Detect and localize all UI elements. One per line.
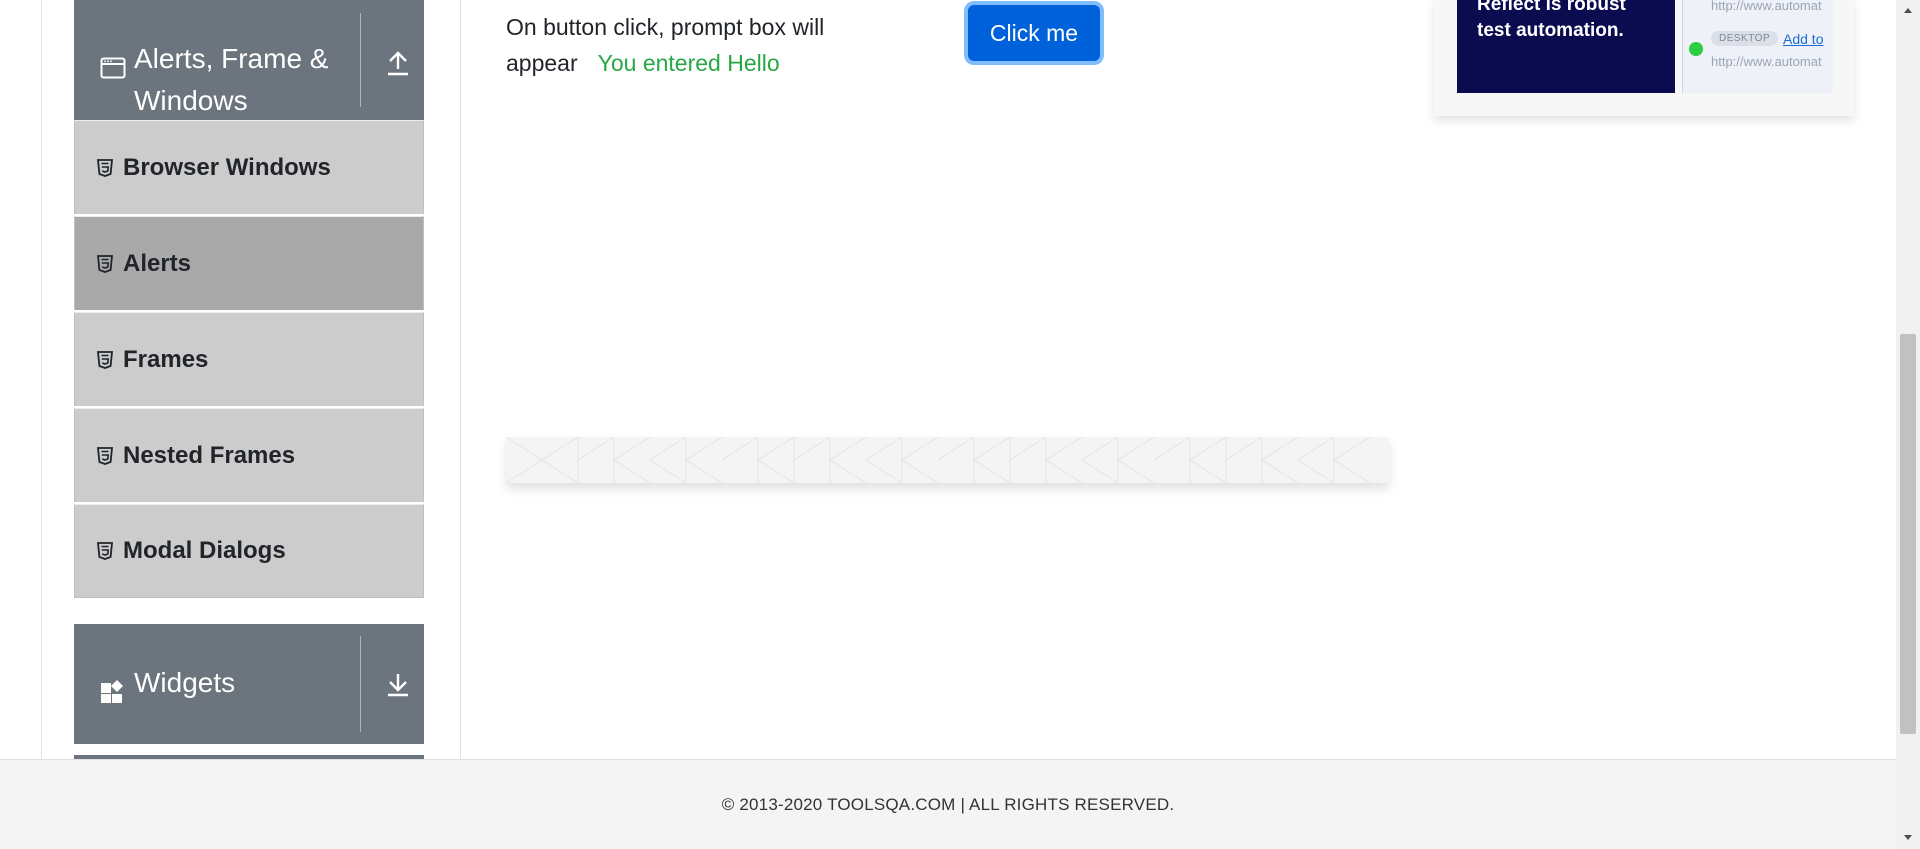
left-column-border: [41, 0, 42, 759]
arrow-down-icon[interactable]: [386, 671, 410, 697]
widgets-icon: [100, 674, 126, 716]
html5-icon: [97, 446, 113, 465]
sidebar-item-modal-dialogs[interactable]: Modal Dialogs: [74, 504, 424, 598]
html5-icon: [97, 542, 113, 560]
window-icon: [100, 49, 126, 91]
scroll-up-arrow-icon[interactable]: [1902, 4, 1914, 16]
arrow-up-icon[interactable]: [386, 50, 410, 76]
sidebar-item-alerts[interactable]: Alerts: [74, 216, 424, 310]
sidebar-item-frames[interactable]: Frames: [74, 312, 424, 406]
ad-preview-card: http://www.automat DESKTOP Add to http:/…: [1682, 0, 1833, 93]
prompt-click-me-button[interactable]: Click me: [968, 5, 1100, 61]
html5-icon: [97, 158, 113, 177]
sidebar-item-label: Alerts: [123, 249, 192, 277]
sidebar-item-label: Frames: [123, 345, 209, 373]
ad-placeholder-strip: [506, 437, 1389, 483]
status-dot-icon: [1689, 42, 1703, 56]
advertisement-banner[interactable]: Reflect is robust test automation. http:…: [1434, 0, 1854, 116]
scrollbar-thumb[interactable]: [1900, 334, 1916, 734]
ad-url: http://www.automat: [1711, 0, 1822, 13]
sidebar-item-label: Nested Frames: [123, 441, 296, 469]
sidebar-right-border: [460, 0, 461, 759]
page-footer: © 2013-2020 TOOLSQA.COM | ALL RIGHTS RES…: [0, 759, 1896, 849]
sidebar-item-label: Modal Dialogs: [123, 537, 286, 564]
group-divider: [360, 636, 361, 732]
html5-icon: [97, 254, 113, 273]
ad-url: http://www.automat: [1711, 54, 1822, 69]
group-header-widgets[interactable]: Widgets: [74, 624, 424, 744]
group-header-alerts-frame-windows[interactable]: Alerts, Frame & Windows: [74, 0, 424, 120]
prompt-box-description: On button click, prompt box will appear Y…: [506, 9, 866, 81]
ad-badge: DESKTOP: [1711, 31, 1779, 46]
prompt-result: You entered Hello: [597, 50, 780, 76]
ad-add-to-link[interactable]: Add to: [1783, 31, 1823, 47]
footer-copyright: © 2013-2020 TOOLSQA.COM | ALL RIGHTS RES…: [721, 794, 1175, 814]
ad-dark-panel: Reflect is robust test automation.: [1457, 0, 1675, 93]
ad-headline: Reflect is robust test automation.: [1477, 0, 1626, 41]
sidebar-item-browser-windows[interactable]: Browser Windows: [74, 120, 424, 214]
html5-icon: [97, 350, 113, 369]
sidebar-item-nested-frames[interactable]: Nested Frames: [74, 408, 424, 502]
group-divider: [360, 13, 361, 107]
group-title: Widgets: [134, 667, 236, 698]
sidebar-item-label: Browser Windows: [123, 153, 331, 181]
group-title: Alerts, Frame & Windows: [134, 43, 329, 116]
scroll-down-arrow-icon[interactable]: [1902, 830, 1914, 842]
vertical-scrollbar[interactable]: [1896, 0, 1920, 849]
